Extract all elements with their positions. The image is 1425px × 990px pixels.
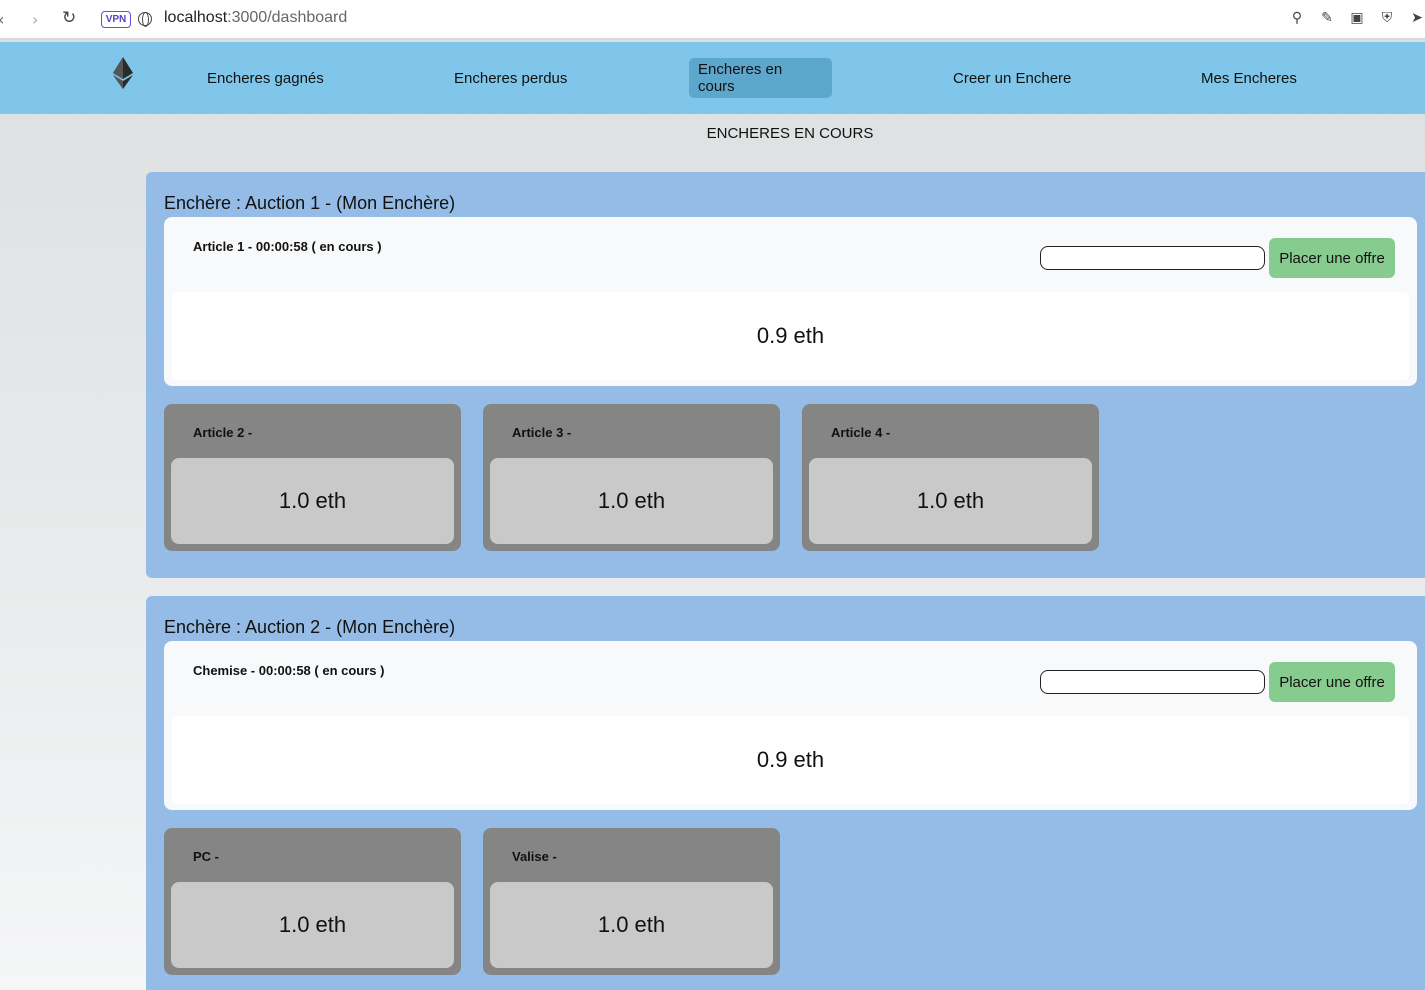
current-price: 0.9 eth bbox=[172, 292, 1409, 380]
place-bid-button[interactable]: Placer une offre bbox=[1269, 238, 1395, 278]
auction-card: Enchère : Auction 2 - (Mon Enchère) Chem… bbox=[146, 596, 1425, 990]
main-navbar: Encheres gagnés Encheres perdus Encheres… bbox=[0, 42, 1425, 114]
article-price: 1.0 eth bbox=[809, 458, 1092, 544]
send-icon[interactable]: ➤ bbox=[1409, 10, 1425, 26]
current-price: 0.9 eth bbox=[172, 716, 1409, 804]
article-card: Article 2 - 1.0 eth bbox=[164, 404, 461, 551]
article-label: Article 3 - bbox=[512, 425, 572, 440]
auction-title: Enchère : Auction 1 - (Mon Enchère) bbox=[164, 193, 456, 213]
article-card: Article 4 - 1.0 eth bbox=[802, 404, 1099, 551]
article-price: 1.0 eth bbox=[171, 458, 454, 544]
article-label: Article 2 - bbox=[193, 425, 253, 440]
address-bar[interactable]: localhost:3000/dashboard bbox=[164, 9, 347, 27]
nav-encheres-perdus[interactable]: Encheres perdus bbox=[445, 58, 576, 98]
current-article-label: Article 1 - 00:00:58 ( en cours ) bbox=[193, 239, 382, 254]
globe-icon bbox=[138, 12, 152, 27]
ethereum-logo-icon[interactable] bbox=[113, 57, 133, 89]
auction-card: Enchère : Auction 1 - (Mon Enchère) Arti… bbox=[146, 172, 1425, 578]
article-price: 1.0 eth bbox=[490, 882, 773, 968]
article-label: Article 4 - bbox=[831, 425, 891, 440]
current-article-card: Article 1 - 00:00:58 ( en cours ) Placer… bbox=[164, 217, 1417, 386]
nav-encheres-en-cours[interactable]: Encheres en cours bbox=[689, 58, 832, 98]
reload-icon[interactable]: ↻ bbox=[62, 8, 76, 28]
forward-icon[interactable]: › bbox=[32, 10, 38, 29]
article-label: Valise - bbox=[512, 849, 557, 864]
article-price: 1.0 eth bbox=[490, 458, 773, 544]
article-label: PC - bbox=[193, 849, 219, 864]
other-articles-list: Article 2 - 1.0 eth Article 3 - 1.0 eth … bbox=[164, 404, 1099, 551]
url-host: localhost bbox=[164, 9, 228, 26]
shield-icon[interactable]: ⛨ bbox=[1379, 10, 1395, 26]
other-articles-list: PC - 1.0 eth Valise - 1.0 eth bbox=[164, 828, 780, 975]
bid-amount-input[interactable] bbox=[1040, 246, 1265, 270]
camera-icon[interactable]: ▣ bbox=[1349, 10, 1365, 26]
place-bid-button[interactable]: Placer une offre bbox=[1269, 662, 1395, 702]
browser-toolbar: ‹ › ↻ VPN localhost:3000/dashboard ⚲ ✎ ▣… bbox=[0, 0, 1425, 40]
bid-amount-input[interactable] bbox=[1040, 670, 1265, 694]
article-card: PC - 1.0 eth bbox=[164, 828, 461, 975]
current-article-card: Chemise - 00:00:58 ( en cours ) Placer u… bbox=[164, 641, 1417, 810]
zoom-icon[interactable]: ⚲ bbox=[1289, 10, 1305, 26]
nav-creer-enchere[interactable]: Creer un Enchere bbox=[944, 58, 1080, 98]
auction-title: Enchère : Auction 2 - (Mon Enchère) bbox=[164, 617, 456, 637]
page-title: ENCHERES EN COURS bbox=[706, 125, 874, 142]
article-price: 1.0 eth bbox=[171, 882, 454, 968]
nav-encheres-gagnes[interactable]: Encheres gagnés bbox=[198, 58, 333, 98]
back-icon[interactable]: ‹ bbox=[0, 10, 4, 29]
url-path: :3000/dashboard bbox=[227, 9, 348, 26]
nav-mes-encheres[interactable]: Mes Encheres bbox=[1192, 58, 1306, 98]
browser-action-icons: ⚲ ✎ ▣ ⛨ ➤ bbox=[1289, 10, 1425, 26]
current-article-label: Chemise - 00:00:58 ( en cours ) bbox=[193, 663, 385, 678]
article-card: Valise - 1.0 eth bbox=[483, 828, 780, 975]
article-card: Article 3 - 1.0 eth bbox=[483, 404, 780, 551]
vpn-badge[interactable]: VPN bbox=[101, 11, 131, 28]
edit-icon[interactable]: ✎ bbox=[1319, 10, 1335, 26]
